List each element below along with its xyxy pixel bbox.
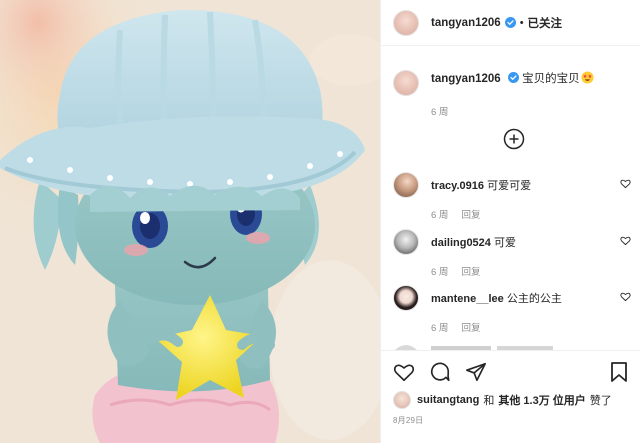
post-sidebar: tangyan1206 • 已关注 tangyan1206 宝贝的宝贝 6 周 … <box>380 0 640 443</box>
comment-body: tracy.0916 可爱可爱 <box>431 177 531 193</box>
share-icon[interactable] <box>465 361 487 383</box>
liker-avatar[interactable] <box>393 391 411 409</box>
comment-meta: 6 周 回复 <box>431 264 633 278</box>
commenter-username[interactable]: tracy.0916 <box>431 180 484 192</box>
author-username[interactable]: tangyan1206 <box>431 17 501 29</box>
commenter-username[interactable]: dailing0524 <box>431 237 491 249</box>
likes-summary: suitangtang 和 其他 1.3万 位用户 赞了 <box>393 391 616 409</box>
likes-liked: 赞了 <box>589 395 612 407</box>
post-modal: tangyan1206 • 已关注 tangyan1206 宝贝的宝贝 6 周 … <box>0 0 640 443</box>
comment-meta: 6 周 回复 <box>431 207 633 221</box>
comment-item-partial <box>393 340 633 350</box>
commenter-avatar[interactable] <box>393 229 419 255</box>
post-header: tangyan1206 • 已关注 <box>381 0 640 46</box>
commenter-avatar[interactable] <box>393 285 419 311</box>
caption-time[interactable]: 6 周 <box>431 104 633 118</box>
liker-username[interactable]: suitangtang <box>417 394 479 406</box>
like-comment-heart-icon[interactable] <box>620 235 631 246</box>
commenter-avatar[interactable] <box>393 172 419 198</box>
plush-doll-image <box>0 0 380 443</box>
comment-text: 公主的公主 <box>506 293 562 305</box>
action-icons <box>393 361 501 383</box>
comment-text: 可爱可爱 <box>487 180 532 192</box>
caption-author-avatar[interactable] <box>393 70 419 96</box>
caption-text: 宝贝的宝贝 <box>522 73 580 85</box>
heart-icon[interactable] <box>393 361 415 383</box>
likes-others[interactable]: 其他 1.3万 位用户 <box>498 392 585 408</box>
partial-comment-decoration <box>395 345 553 350</box>
comment-body: dailing0524 可爱 <box>431 234 516 250</box>
follow-state-button[interactable]: 已关注 <box>528 15 563 31</box>
likes-and: 和 <box>483 395 495 407</box>
comment-time[interactable]: 6 周 <box>431 267 448 278</box>
caption-username[interactable]: tangyan1206 <box>431 73 501 85</box>
post-date[interactable]: 8月29日 <box>393 415 423 426</box>
verified-badge-icon <box>507 72 519 83</box>
post-caption: tangyan1206 宝贝的宝贝 6 周 <box>393 70 633 118</box>
reply-button[interactable]: 回复 <box>461 323 480 334</box>
comment-item: tracy.0916 可爱可爱 6 周 回复 <box>393 172 633 221</box>
post-photo[interactable] <box>0 0 380 443</box>
load-more-comments-icon[interactable] <box>503 128 525 150</box>
commenter-username[interactable]: mantene__lee <box>431 293 504 305</box>
comment-body: mantene__lee 公主的公主 <box>431 290 562 306</box>
reply-button[interactable]: 回复 <box>461 210 480 221</box>
comment-meta: 6 周 回复 <box>431 320 633 334</box>
reply-button[interactable]: 回复 <box>461 267 480 278</box>
comment-time[interactable]: 6 周 <box>431 323 448 334</box>
comment-icon[interactable] <box>429 361 451 383</box>
caption-text-line: tangyan1206 宝贝的宝贝 <box>431 70 594 88</box>
comment-time[interactable]: 6 周 <box>431 210 448 221</box>
author-avatar[interactable] <box>393 9 419 36</box>
post-actions: suitangtang 和 其他 1.3万 位用户 赞了 8月29日 <box>381 350 640 443</box>
like-comment-heart-icon[interactable] <box>620 291 631 302</box>
comment-item: dailing0524 可爱 6 周 回复 <box>393 229 633 278</box>
like-comment-heart-icon[interactable] <box>620 178 631 189</box>
comment-item: mantene__lee 公主的公主 6 周 回复 <box>393 285 633 334</box>
separator-dot: • <box>519 16 524 29</box>
bookmark-icon[interactable] <box>609 361 629 383</box>
verified-badge-icon <box>504 17 516 28</box>
star-struck-emoji-icon <box>581 71 594 84</box>
comment-text: 可爱 <box>493 237 516 249</box>
